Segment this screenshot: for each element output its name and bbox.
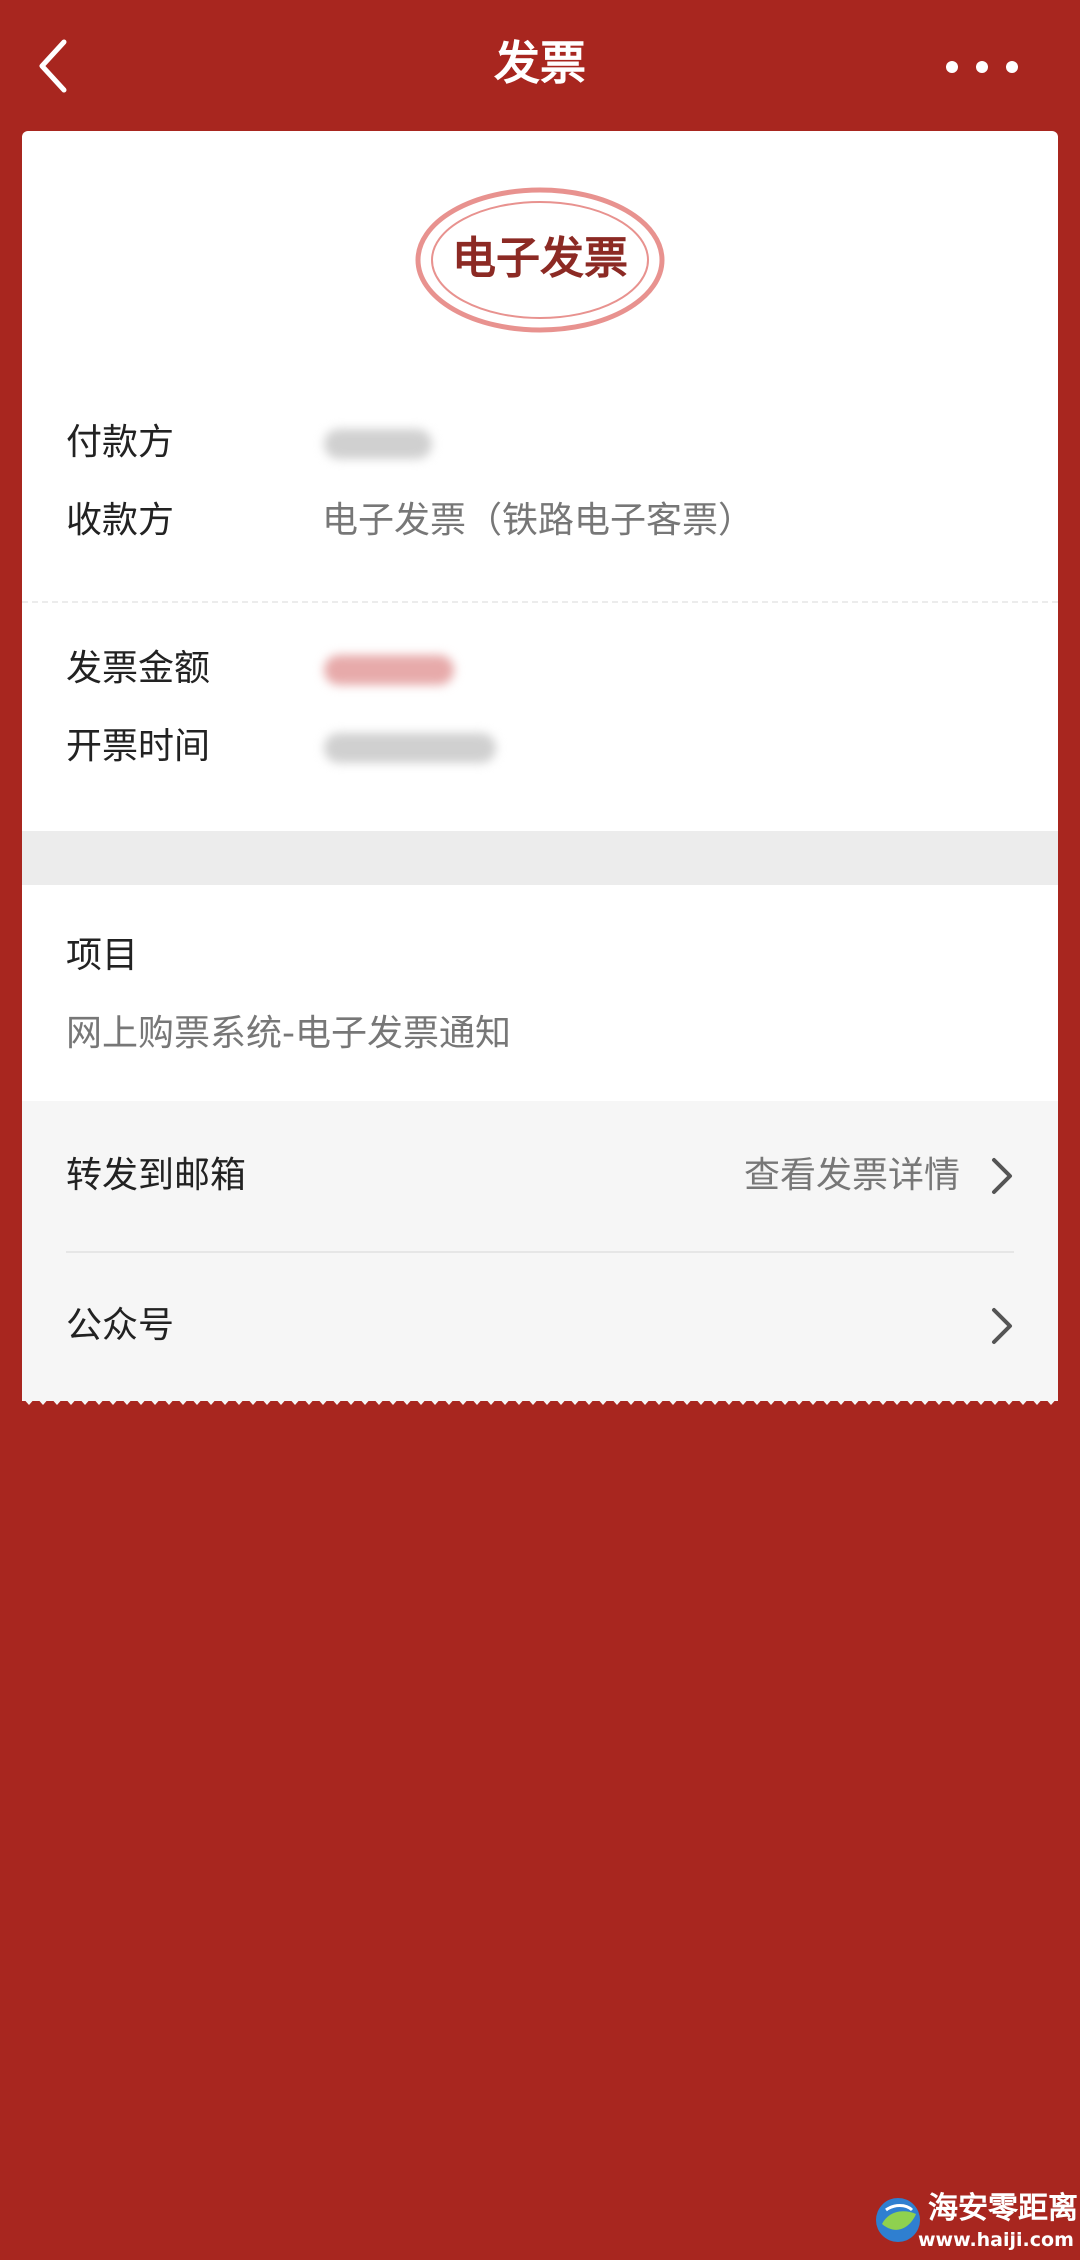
payer-label: 付款方 bbox=[66, 422, 175, 463]
chevron-right-icon bbox=[992, 1308, 1012, 1344]
watermark-name: 海安零距离 bbox=[928, 2191, 1078, 2226]
invoice-card: 电子发票 付款方 收款方 电子发票（铁路电子客票） 发票金额 开票时间 项目 网… bbox=[22, 131, 1058, 1401]
amount-label: 发票金额 bbox=[66, 648, 211, 689]
invoice-stamp: 电子发票 bbox=[413, 185, 667, 335]
payee-value: 电子发票（铁路电子客票） bbox=[322, 500, 755, 541]
section-gap bbox=[22, 831, 1058, 885]
actions-panel: 转发到邮箱 查看发票详情 公众号 bbox=[22, 1101, 1058, 1401]
official-account-row[interactable]: 公众号 bbox=[22, 1251, 1058, 1401]
forward-to-email-row[interactable]: 转发到邮箱 查看发票详情 bbox=[22, 1101, 1058, 1251]
item-value: 网上购票系统-电子发票通知 bbox=[66, 1013, 511, 1054]
stamp-text: 电子发票 bbox=[452, 233, 628, 284]
navigation-bar: 发票 bbox=[0, 0, 1080, 130]
site-watermark: 海安零距离 www.haiji.com bbox=[872, 2188, 1078, 2258]
issue-time-label: 开票时间 bbox=[66, 726, 211, 767]
issue-time-value-redacted bbox=[324, 733, 496, 763]
more-button[interactable] bbox=[932, 52, 1032, 82]
amount-value-redacted bbox=[324, 655, 454, 685]
watermark-url: www.haiji.com bbox=[918, 2229, 1074, 2251]
payee-label: 收款方 bbox=[66, 500, 175, 541]
section-divider bbox=[22, 601, 1058, 603]
more-dots-icon bbox=[946, 61, 1018, 73]
item-label: 项目 bbox=[66, 935, 139, 976]
receipt-edge bbox=[22, 1397, 1058, 1409]
forward-to-email-label: 转发到邮箱 bbox=[66, 1155, 247, 1196]
page-title: 发票 bbox=[494, 36, 586, 90]
official-account-label: 公众号 bbox=[66, 1305, 175, 1346]
globe-logo-icon bbox=[876, 2198, 920, 2242]
payer-value-redacted bbox=[324, 429, 432, 459]
view-invoice-details-link[interactable]: 查看发票详情 bbox=[744, 1146, 960, 1206]
chevron-right-icon bbox=[992, 1158, 1012, 1194]
